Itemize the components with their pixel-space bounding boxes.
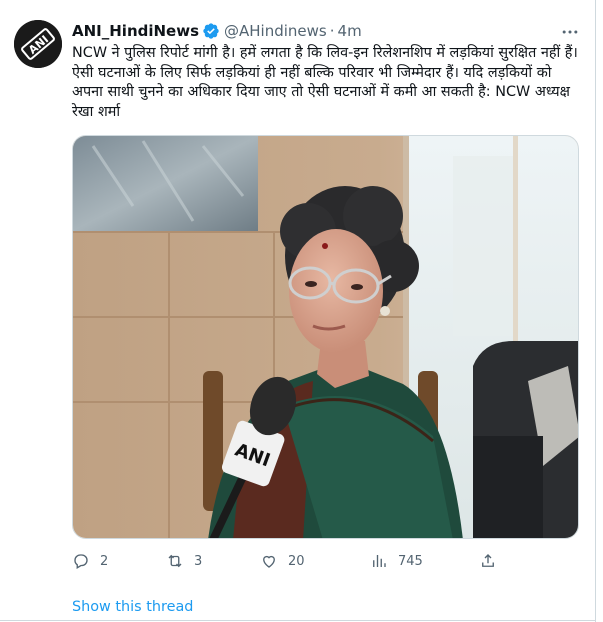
share-icon bbox=[482, 554, 494, 567]
like-count: 20 bbox=[288, 553, 305, 569]
tweet-text: NCW ने पुलिस रिपोर्ट मांगी है। हमें लगता… bbox=[72, 45, 578, 120]
views-icon bbox=[373, 555, 386, 567]
author-handle[interactable]: @AHindinews bbox=[224, 22, 327, 40]
tweet: ANI ANI_HindiNews @AHindinews · 4m NCW न… bbox=[0, 0, 603, 622]
author-name[interactable]: ANI_HindiNews bbox=[72, 22, 199, 40]
tweet-divider bbox=[0, 620, 596, 621]
reply-icon bbox=[74, 554, 88, 569]
timeline-border bbox=[595, 0, 596, 622]
tweet-media-image[interactable]: ANI bbox=[72, 135, 579, 539]
reply-button[interactable]: 2 bbox=[72, 552, 108, 570]
views-button[interactable]: 745 bbox=[370, 552, 423, 570]
views-count: 745 bbox=[398, 553, 423, 569]
retweet-icon bbox=[168, 554, 182, 568]
more-icon[interactable] bbox=[560, 22, 580, 42]
reply-count: 2 bbox=[100, 553, 109, 569]
retweet-count: 3 bbox=[194, 553, 203, 569]
tweet-actions: 2 3 20 745 bbox=[72, 552, 512, 574]
like-button[interactable]: 20 bbox=[260, 552, 305, 570]
avatar[interactable]: ANI bbox=[14, 20, 62, 68]
tweet-timestamp[interactable]: 4m bbox=[338, 22, 362, 40]
share-button[interactable] bbox=[479, 552, 507, 570]
verified-badge-icon bbox=[202, 22, 220, 40]
separator-dot: · bbox=[329, 22, 335, 40]
retweet-button[interactable]: 3 bbox=[166, 552, 202, 570]
show-thread-link[interactable]: Show this thread bbox=[72, 599, 193, 615]
like-icon bbox=[263, 555, 275, 568]
tweet-header: ANI_HindiNews @AHindinews · 4m bbox=[72, 20, 362, 42]
